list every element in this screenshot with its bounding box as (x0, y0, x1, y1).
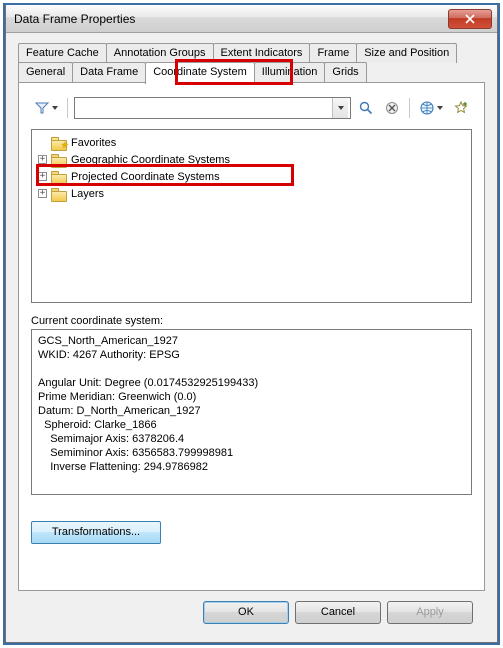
apply-button[interactable]: Apply (387, 601, 473, 624)
tree-item-label: Favorites (71, 137, 116, 149)
globe-icon (419, 100, 435, 116)
cancel-button[interactable]: Cancel (295, 601, 381, 624)
favorites-folder-icon: ★ (51, 136, 67, 150)
tab-frame[interactable]: Frame (309, 43, 357, 63)
coordinate-details[interactable]: GCS_North_American_1927 WKID: 4267 Autho… (31, 329, 472, 495)
remove-icon (384, 100, 400, 116)
favorite-button[interactable] (450, 97, 472, 119)
search-button[interactable] (355, 97, 377, 119)
tab-feature-cache[interactable]: Feature Cache (18, 43, 107, 63)
search-dropdown[interactable] (332, 98, 348, 118)
toolbar (31, 97, 472, 119)
tab-size-and-position[interactable]: Size and Position (356, 43, 457, 63)
dialog-frame: Data Frame Properties Feature CacheAnnot… (5, 5, 498, 643)
tree-item-favorites[interactable]: ★ Favorites (34, 134, 469, 151)
tab-strip: Feature CacheAnnotation GroupsExtent Ind… (18, 43, 485, 83)
tab-panel: ★ Favorites + Geographic Coordinate Systems… (18, 82, 485, 591)
client-area: Feature CacheAnnotation GroupsExtent Ind… (6, 33, 497, 642)
separator (67, 98, 68, 118)
folder-icon (51, 153, 67, 167)
window-title: Data Frame Properties (14, 12, 448, 26)
separator (409, 98, 410, 118)
tree-item-layers[interactable]: + Layers (34, 185, 469, 202)
tab-illumination[interactable]: Illumination (254, 62, 326, 82)
expander-icon[interactable]: + (38, 189, 47, 198)
transformations-button[interactable]: Transformations... (31, 521, 161, 544)
tree-item-label: Layers (71, 188, 104, 200)
tab-annotation-groups[interactable]: Annotation Groups (106, 43, 214, 63)
ok-button[interactable]: OK (203, 601, 289, 624)
tab-extent-indicators[interactable]: Extent Indicators (213, 43, 311, 63)
folder-icon (51, 170, 67, 184)
tree-item-geographic-coordinate-systems[interactable]: + Geographic Coordinate Systems (34, 151, 469, 168)
star-icon (453, 100, 469, 116)
close-icon (465, 14, 475, 24)
current-cs-label: Current coordinate system: (31, 315, 472, 327)
folder-icon (51, 187, 67, 201)
close-button[interactable] (448, 9, 492, 29)
search-icon (358, 100, 374, 116)
tree-item-label: Geographic Coordinate Systems (71, 154, 230, 166)
search-input[interactable] (75, 98, 332, 118)
expander-icon[interactable]: + (38, 155, 47, 164)
expander-icon (38, 138, 47, 147)
expander-icon[interactable]: + (38, 172, 47, 181)
filter-icon (34, 100, 50, 116)
coordinate-tree[interactable]: ★ Favorites + Geographic Coordinate Systems… (31, 129, 472, 303)
remove-button[interactable] (381, 97, 403, 119)
titlebar: Data Frame Properties (6, 5, 497, 33)
dialog-buttons: OK Cancel Apply (18, 591, 485, 630)
tab-grids[interactable]: Grids (324, 62, 366, 82)
filter-button[interactable] (31, 97, 61, 119)
tab-data-frame[interactable]: Data Frame (72, 62, 146, 82)
tree-item-label: Projected Coordinate Systems (71, 171, 220, 183)
globe-button[interactable] (416, 97, 446, 119)
tab-general[interactable]: General (18, 62, 73, 82)
tree-item-projected-coordinate-systems[interactable]: + Projected Coordinate Systems (34, 168, 469, 185)
tab-coordinate-system[interactable]: Coordinate System (145, 62, 255, 84)
search-box[interactable] (74, 97, 351, 119)
